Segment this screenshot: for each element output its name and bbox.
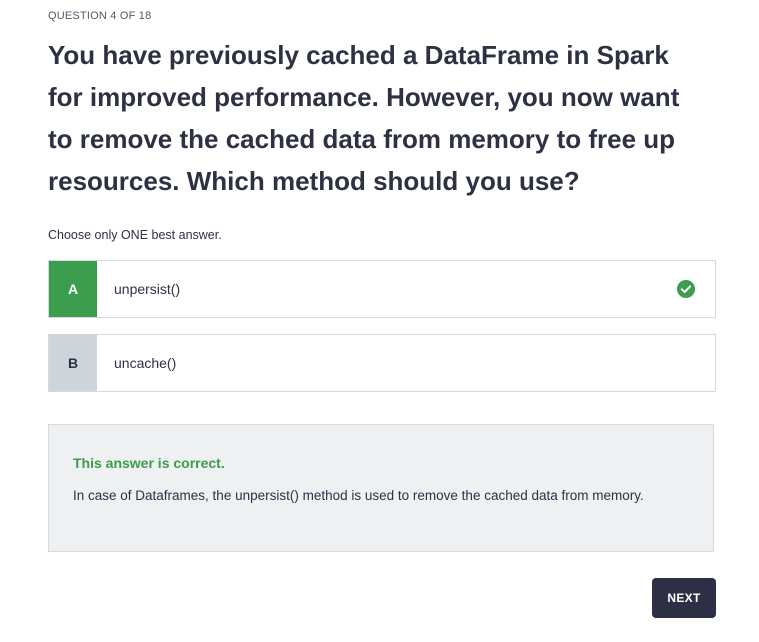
option-text: uncache() [114, 355, 177, 371]
answer-option-b[interactable]: B uncache() [48, 334, 716, 392]
question-counter: QUESTION 4 OF 18 [48, 10, 152, 22]
answer-option-a[interactable]: A unpersist() [48, 260, 716, 318]
feedback-status: This answer is correct. [73, 455, 225, 471]
feedback-explanation: In case of Dataframes, the unpersist() m… [73, 488, 644, 503]
option-text: unpersist() [114, 281, 181, 297]
question-text: You have previously cached a DataFrame i… [48, 40, 680, 196]
check-circle-icon [677, 280, 695, 298]
answer-feedback-panel: This answer is correct. In case of Dataf… [48, 424, 714, 552]
next-button[interactable]: NEXT [652, 578, 716, 618]
option-letter-badge: A [49, 261, 97, 317]
answer-instruction: Choose only ONE best answer. [48, 228, 222, 242]
option-letter-badge: B [49, 335, 97, 391]
